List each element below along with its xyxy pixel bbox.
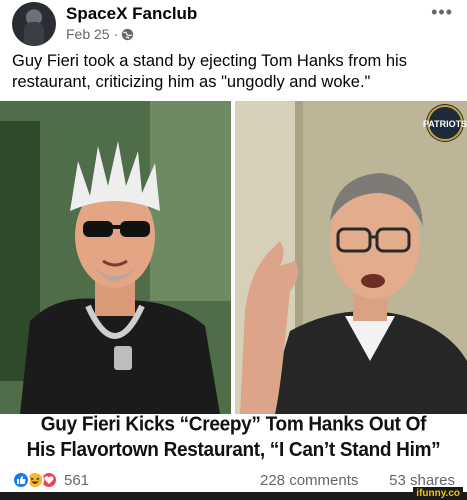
more-options-icon[interactable]: •••: [431, 2, 453, 23]
image-headline: Guy Fieri Kicks “Creepy” Tom Hanks Out O…: [0, 413, 467, 466]
group-avatar[interactable]: [12, 2, 56, 46]
comments-link[interactable]: 228 comments: [260, 472, 358, 489]
post-date[interactable]: Feb 25 ·: [66, 26, 118, 42]
post-image[interactable]: PATRIOTS Guy Fieri Kicks “Creepy” Tom Ha…: [0, 101, 467, 466]
reactions-summary[interactable]: 561: [12, 471, 89, 489]
group-name[interactable]: SpaceX Fanclub: [66, 4, 197, 24]
headline-line-2: His Flavortown Restaurant, “I Can’t Stan…: [26, 438, 441, 461]
tom-hanks-photo: PATRIOTS: [235, 101, 467, 414]
post-caption: Guy Fieri took a stand by ejecting Tom H…: [12, 52, 407, 91]
watermark-bar: [0, 492, 467, 500]
ifunny-watermark: ifunny.co: [413, 487, 463, 500]
post-header: SpaceX Fanclub Feb 25 · •••: [0, 0, 467, 48]
headline-line-1: Guy Fieri Kicks “Creepy” Tom Hanks Out O…: [40, 413, 427, 436]
patriots-logo: PATRIOTS: [423, 119, 467, 129]
post-meta: Feb 25 ·: [66, 26, 134, 42]
guy-fieri-photo: [0, 101, 231, 414]
globe-icon: [121, 28, 134, 40]
like-reaction-icon: [12, 471, 30, 489]
reaction-count: 561: [64, 471, 90, 489]
